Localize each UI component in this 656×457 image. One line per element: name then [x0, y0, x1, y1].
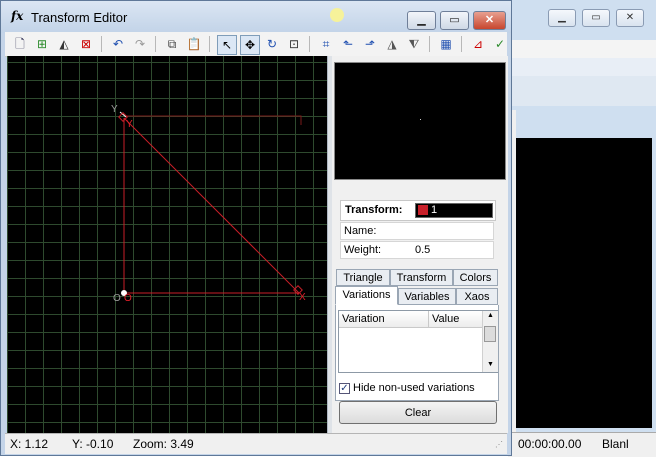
resize-grip-icon[interactable]: ⋰: [495, 440, 503, 449]
scroll-thumb[interactable]: [484, 326, 496, 342]
name-row: Name:: [340, 222, 494, 240]
toolbar-separator: [101, 36, 102, 52]
bg-render-area: [516, 138, 652, 428]
bg-maximize-button[interactable]: ▭: [582, 9, 610, 27]
preview-area: [334, 62, 506, 180]
select-arrow-icon[interactable]: ↖: [217, 35, 237, 55]
y-axis-label-white: Y: [111, 104, 118, 115]
rotate-right-icon[interactable]: ⬏: [361, 35, 379, 53]
bg-close-button[interactable]: ✕: [616, 9, 644, 27]
column-divider: [428, 311, 429, 327]
triangle-guide-line: [126, 115, 302, 125]
flip-horizontal-icon[interactable]: ◮: [383, 35, 401, 53]
chevron-down-icon[interactable]: [482, 206, 490, 211]
name-field[interactable]: [415, 225, 491, 239]
variation-list-header: Variation Value: [339, 311, 482, 328]
rotate-icon[interactable]: ↻: [263, 35, 281, 53]
x-axis-label: X: [299, 292, 306, 303]
transform-editor-window: fx Transform Editor ▁ ▭ ✕ 🗋 ⊞ ◭ ⊠ ↶ ↷ ⧉ …: [0, 0, 512, 456]
minimize-button[interactable]: ▁: [407, 11, 436, 30]
maximize-button[interactable]: ▭: [440, 11, 469, 30]
add-transform-icon[interactable]: ⊞: [33, 35, 51, 53]
origin-label-white: O: [113, 293, 121, 304]
reset-transform-icon[interactable]: ⌗: [317, 35, 335, 53]
bg-toolbar-strip: [508, 58, 656, 77]
y-axis-label-red: Y: [126, 119, 133, 130]
transform-dropdown-value: 1: [431, 204, 438, 216]
col-variation[interactable]: Variation: [342, 313, 385, 325]
transform-color-icon: [418, 205, 428, 215]
scroll-down-icon[interactable]: ▼: [487, 361, 494, 368]
weight-field[interactable]: 0.5: [415, 244, 430, 256]
fx-icon: fx: [11, 9, 24, 23]
window-title: Transform Editor: [31, 10, 128, 25]
statusbar: X: 1.12 Y: -0.10 Zoom: 3.49 ⋰: [5, 433, 507, 454]
name-label: Name:: [344, 225, 377, 237]
hide-unused-checkbox[interactable]: ✓: [339, 383, 350, 394]
bg-status-text: Blanl: [602, 437, 629, 451]
background-window: ▁ ▭ ✕ 00:00:00.00 Blanl: [508, 0, 656, 457]
duplicate-transform-icon[interactable]: ◭: [55, 35, 73, 53]
bg-time-readout: 00:00:00.00: [518, 437, 582, 451]
variation-list-scrollbar[interactable]: ▲ ▼: [482, 311, 498, 372]
post-transform-icon[interactable]: ⊿: [469, 35, 487, 53]
toolbar: 🗋 ⊞ ◭ ⊠ ↶ ↷ ⧉ 📋 ↖ ✥ ↻ ⊡ ⌗ ⬑ ⬏ ◮ ⧨ ▦ ⊿ ✓: [5, 32, 507, 57]
transform-triangle[interactable]: [7, 56, 327, 433]
weight-row: Weight: 0.5: [340, 241, 494, 259]
status-zoom: Zoom: 3.49: [133, 437, 194, 451]
tab-triangle[interactable]: Triangle: [336, 269, 390, 286]
toolbar-separator: [155, 36, 156, 52]
toolbar-separator: [461, 36, 462, 52]
transform-label: Transform:: [345, 204, 403, 216]
copy-icon[interactable]: ⧉: [163, 35, 181, 53]
undo-icon[interactable]: ↶: [109, 35, 127, 53]
status-y: Y: -0.10: [72, 437, 114, 451]
toolbar-separator: [209, 36, 210, 52]
toggle-variations-icon[interactable]: ✓: [491, 35, 509, 53]
triangle-edge-diagonal: [123, 117, 300, 294]
bg-menu-strip: [508, 40, 656, 59]
col-value[interactable]: Value: [432, 313, 459, 325]
clear-button[interactable]: Clear: [339, 401, 497, 424]
close-button[interactable]: ✕: [473, 11, 506, 30]
bg-statusbar: 00:00:00.00 Blanl: [508, 432, 656, 457]
sun-icon: [330, 8, 344, 22]
paste-icon[interactable]: 📋: [185, 35, 203, 53]
bg-minimize-button[interactable]: ▁: [548, 9, 576, 27]
origin-label-red: O: [124, 293, 132, 304]
title-bar[interactable]: fx Transform Editor ▁ ▭ ✕: [1, 1, 511, 33]
redo-icon[interactable]: ↷: [131, 35, 149, 53]
scroll-up-icon[interactable]: ▲: [487, 312, 494, 319]
toolbar-separator: [309, 36, 310, 52]
grid-icon[interactable]: ▦: [437, 35, 455, 53]
scale-icon[interactable]: ⊡: [285, 35, 303, 53]
weight-label: Weight:: [344, 244, 382, 256]
status-x: X: 1.12: [10, 437, 49, 451]
flip-vertical-icon[interactable]: ⧨: [405, 35, 423, 53]
new-icon[interactable]: 🗋: [11, 35, 29, 53]
transform-selector-row: Transform: 1: [340, 200, 496, 221]
delete-transform-icon[interactable]: ⊠: [77, 35, 95, 53]
editor-canvas[interactable]: Y Y O O X: [7, 56, 327, 433]
tab-variations[interactable]: Variations: [335, 286, 398, 305]
hide-unused-option[interactable]: ✓ Hide non-used variations: [339, 382, 499, 397]
tab-variables[interactable]: Variables: [398, 288, 456, 305]
preview-dot: [420, 119, 421, 120]
rotate-left-icon[interactable]: ⬑: [339, 35, 357, 53]
bg-header-strip: [508, 76, 656, 106]
hide-unused-label: Hide non-used variations: [353, 382, 475, 394]
tab-transform[interactable]: Transform: [390, 269, 453, 286]
move-icon[interactable]: ✥: [240, 35, 260, 55]
tab-colors[interactable]: Colors: [453, 269, 498, 286]
tab-xaos[interactable]: Xaos: [456, 288, 498, 305]
toolbar-separator: [429, 36, 430, 52]
